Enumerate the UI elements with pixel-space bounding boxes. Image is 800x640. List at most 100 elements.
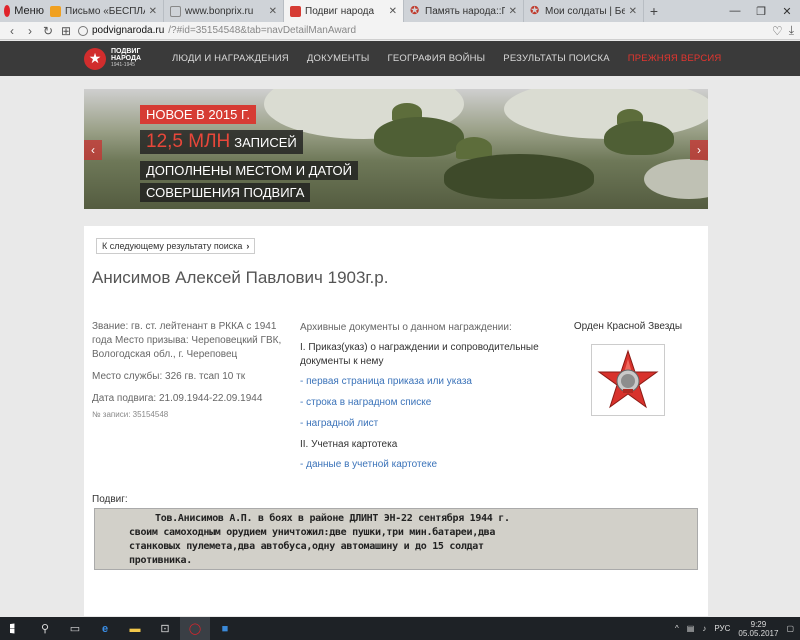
link-award-list-row[interactable]: - строка в наградном списке: [300, 396, 550, 410]
site-header: ★ ПОДВИГ НАРОДА 1941-1945 ЛЮДИ И НАГРАЖД…: [0, 41, 800, 76]
logo-text: ПОДВИГ НАРОДА 1941-1945: [111, 48, 141, 69]
app-taskbar-icon[interactable]: ■: [210, 617, 240, 640]
banner-number: 12,5 МЛН: [146, 131, 231, 152]
deed-line: противника.: [129, 555, 192, 566]
menu-label: Меню: [14, 5, 44, 17]
logo-line: ПОДВИГ: [111, 48, 141, 55]
banner-line2: ЗАПИСЕЙ: [234, 135, 297, 150]
site-logo[interactable]: ★ ПОДВИГ НАРОДА 1941-1945: [84, 47, 172, 70]
award-title: Орден Красной Звезды: [573, 321, 683, 332]
browser-tab-strip: Меню Письмо «БЕСПЛАТНАЯ д ✕ www.bonprix.…: [0, 0, 800, 22]
soldier-figure: [374, 117, 464, 157]
close-tab-icon[interactable]: ✕: [269, 6, 277, 17]
url-host: podvignaroda.ru: [92, 25, 165, 36]
podvig-favicon-icon: [290, 5, 301, 17]
network-icon[interactable]: ▤: [687, 624, 695, 633]
next-result-label: К следующему результату поиска: [102, 241, 243, 251]
volume-icon[interactable]: ♪: [702, 624, 706, 633]
new-tab-button[interactable]: +: [644, 0, 664, 22]
back-icon[interactable]: ‹: [6, 24, 18, 38]
minimize-icon[interactable]: —: [722, 0, 748, 22]
red-star-order-image[interactable]: [591, 344, 665, 416]
deed-line: Тов.Анисимов А.П. в боях в районе ДЛИНТ …: [155, 513, 510, 524]
red-star-medal-icon: [597, 349, 659, 409]
rank-and-draft: Звание: гв. ст. лейтенант в РККА с 1941 …: [92, 321, 282, 360]
url-path: /?#id=35154548&tab=navDetailManAward: [168, 25, 357, 36]
banner-next-button[interactable]: ›: [690, 140, 708, 160]
restore-icon[interactable]: ❐: [748, 0, 774, 22]
clock-time: 9:29: [750, 619, 767, 629]
language-indicator[interactable]: РУС: [714, 624, 730, 633]
url-field[interactable]: podvignaroda.ru /?#id=35154548&tab=navDe…: [78, 23, 766, 38]
mail-favicon-icon: [50, 5, 61, 17]
globe-icon: [78, 25, 88, 36]
close-window-icon[interactable]: ✕: [774, 0, 800, 22]
award-record-card: К следующему результату поиска › Анисимо…: [84, 226, 708, 616]
record-number: № записи: 35154548: [92, 410, 169, 419]
tab-title: Мои солдаты | Бессмерт: [545, 5, 625, 17]
star-logo-icon: ★: [84, 47, 106, 70]
download-icon[interactable]: ⤓: [789, 23, 794, 38]
start-button[interactable]: [0, 617, 30, 640]
chevron-right-icon: ›: [246, 241, 250, 251]
task-view-icon[interactable]: ▭: [60, 617, 90, 640]
archive-documents: Архивные документы о данном награждении:…: [300, 321, 550, 479]
clock[interactable]: 9:29 05.05.2017: [738, 620, 778, 638]
promo-banner[interactable]: ‹ › НОВОЕ В 2015 Г. 12,5 МЛН ЗАПИСЕЙ ДОП…: [84, 89, 708, 209]
deed-line: станковых пулемета,два автобуса,одну авт…: [129, 541, 484, 552]
soldier-figure: [444, 154, 594, 199]
edge-browser-icon[interactable]: e: [90, 617, 120, 640]
nav-people-awards[interactable]: ЛЮДИ И НАГРАЖДЕНИЯ: [172, 53, 289, 64]
page-favicon-icon: [170, 5, 181, 17]
next-result-button[interactable]: К следующему результату поиска ›: [96, 238, 256, 254]
close-tab-icon[interactable]: ✕: [389, 6, 397, 17]
link-order-first-page[interactable]: - первая страница приказа или указа: [300, 375, 550, 389]
nav-old-version[interactable]: ПРЕЖНЯЯ ВЕРСИЯ: [628, 53, 722, 64]
banner-line4: СОВЕРШЕНИЯ ПОДВИГА: [140, 183, 311, 202]
browser-tab[interactable]: www.bonprix.ru ✕: [164, 0, 284, 22]
window-controls: — ❐ ✕: [722, 0, 800, 22]
reload-icon[interactable]: ↻: [42, 24, 54, 38]
notifications-icon[interactable]: ▢: [786, 624, 794, 633]
browser-tab[interactable]: ✪ Мои солдаты | Бессмерт ✕: [524, 0, 644, 22]
home-grid-icon[interactable]: ⊞: [60, 24, 72, 38]
bookmark-heart-icon[interactable]: ♡: [772, 24, 783, 38]
close-tab-icon[interactable]: ✕: [629, 6, 637, 17]
close-tab-icon[interactable]: ✕: [149, 6, 157, 17]
section-card-index: II. Учетная картотека: [300, 439, 398, 450]
tab-title: www.bonprix.ru: [185, 5, 254, 17]
browser-tab[interactable]: Письмо «БЕСПЛАТНАЯ д ✕: [44, 0, 164, 22]
clock-date: 05.05.2017: [738, 628, 779, 638]
forward-icon[interactable]: ›: [24, 24, 36, 38]
opera-menu-button[interactable]: Меню: [0, 0, 44, 22]
soldier-figure: [604, 121, 674, 155]
nav-search-results[interactable]: РЕЗУЛЬТАТЫ ПОИСКА: [503, 53, 609, 64]
deed-date: Дата подвига: 21.09.1944-22.09.1944: [92, 393, 263, 404]
person-name: Анисимов Алексей Павлович 1903г.р.: [92, 268, 389, 287]
banner-rock: [644, 159, 708, 199]
browser-tab-active[interactable]: Подвиг народа ✕: [284, 0, 404, 22]
banner-prev-button[interactable]: ‹: [84, 140, 102, 160]
star-favicon-icon: ✪: [410, 4, 420, 17]
nav-documents[interactable]: ДОКУМЕНТЫ: [307, 53, 370, 64]
link-card-index-data[interactable]: - данные в учетной картотеке: [300, 458, 550, 472]
browser-tab[interactable]: ✪ Память народа::Подлинн ✕: [404, 0, 524, 22]
search-icon[interactable]: ⚲: [30, 617, 60, 640]
tab-title: Память народа::Подлинн: [425, 5, 505, 17]
star-favicon-icon: ✪: [530, 4, 540, 17]
opera-logo-icon: [4, 5, 11, 17]
address-bar: ‹ › ↻ ⊞ podvignaroda.ru /?#id=35154548&t…: [0, 22, 800, 40]
logo-years: 1941-1945: [111, 62, 135, 68]
award-info: Орден Красной Звезды: [568, 321, 688, 416]
deed-document-scan[interactable]: Тов.Анисимов А.П. в боях в районе ДЛИНТ …: [94, 508, 698, 570]
deed-line: своим самоходным орудием уничтожил:две п…: [129, 527, 496, 538]
banner-new-label: НОВОЕ В 2015 Г.: [140, 105, 257, 124]
store-icon[interactable]: ⊡: [150, 617, 180, 640]
close-tab-icon[interactable]: ✕: [509, 6, 517, 17]
opera-taskbar-icon[interactable]: ◯: [180, 617, 210, 640]
link-award-sheet[interactable]: - наградной лист: [300, 417, 550, 431]
tray-chevron-icon[interactable]: ^: [675, 624, 679, 633]
file-explorer-icon[interactable]: ▬: [120, 617, 150, 640]
nav-war-geography[interactable]: ГЕОГРАФИЯ ВОЙНЫ: [387, 53, 485, 64]
person-details: Звание: гв. ст. лейтенант в РККА с 1941 …: [92, 320, 282, 430]
